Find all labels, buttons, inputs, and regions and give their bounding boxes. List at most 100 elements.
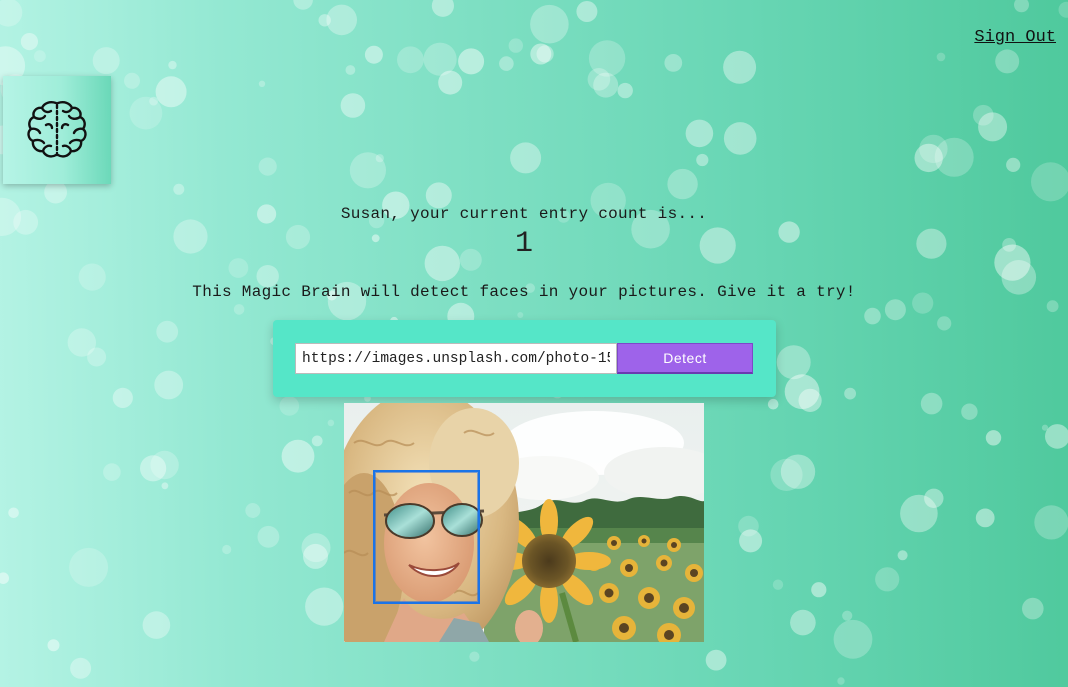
bubble	[576, 1, 598, 22]
bubble	[864, 307, 881, 325]
bubble	[258, 80, 266, 88]
bubble	[517, 312, 524, 318]
bubble	[833, 619, 873, 659]
intro-text: This Magic Brain will detect faces in yo…	[192, 283, 856, 301]
bubble	[837, 677, 845, 685]
bubble	[875, 567, 900, 592]
bubble	[705, 649, 727, 671]
bubble	[739, 529, 763, 553]
bubble	[811, 582, 827, 598]
bubble	[1045, 424, 1068, 449]
brain-icon	[27, 101, 87, 158]
bubble	[798, 388, 822, 412]
bubble	[423, 42, 457, 76]
bubble	[140, 455, 167, 482]
bubble	[233, 304, 245, 315]
bubble	[87, 347, 107, 367]
bubble	[985, 430, 1002, 446]
bubble	[245, 503, 261, 518]
bubble	[154, 370, 184, 400]
detect-button[interactable]: Detect	[617, 343, 753, 374]
bubble	[685, 119, 714, 148]
bubble	[961, 403, 978, 420]
bubble	[588, 40, 626, 77]
bubble	[293, 0, 313, 10]
bubble	[884, 299, 906, 321]
bubble	[431, 0, 454, 17]
bubble	[844, 387, 856, 400]
bubble	[112, 387, 133, 408]
bubble	[168, 60, 177, 70]
bubble	[897, 550, 908, 561]
bubble	[301, 533, 331, 563]
bubble	[536, 45, 554, 63]
image-url-input[interactable]	[295, 343, 617, 374]
bubble	[776, 345, 811, 380]
bubble	[587, 68, 611, 91]
bubble	[349, 152, 386, 189]
bubble	[738, 515, 759, 537]
face-recognition-result	[344, 403, 704, 642]
bubble	[1031, 162, 1068, 202]
bubble	[499, 56, 514, 71]
entry-count-message: Susan, your current entry count is...	[340, 205, 708, 223]
bubble	[364, 45, 383, 64]
bubble	[510, 142, 542, 174]
bubble	[924, 488, 944, 508]
bubble	[156, 320, 179, 343]
bubble	[937, 316, 952, 331]
bubble	[530, 43, 552, 65]
bubble	[458, 48, 485, 75]
bubble	[1022, 597, 1044, 620]
bubble	[469, 651, 480, 662]
top-nav: Sign Out	[974, 28, 1056, 47]
bubble	[934, 137, 974, 177]
bubble	[155, 76, 187, 108]
bubble	[772, 579, 784, 590]
bubble	[617, 82, 633, 99]
bubble	[438, 70, 463, 95]
bubble	[995, 49, 1020, 74]
bubble	[790, 609, 816, 636]
bubble	[34, 50, 46, 63]
bubble	[784, 374, 820, 410]
bubble	[375, 154, 384, 163]
bubble	[345, 65, 356, 75]
bubble	[978, 112, 1008, 142]
bubble	[1058, 1, 1068, 18]
bubble	[92, 47, 120, 75]
bubble	[900, 494, 938, 533]
logo	[3, 76, 111, 184]
bubble	[327, 419, 335, 427]
bubble	[20, 33, 38, 51]
bubble	[222, 544, 232, 555]
bubble	[318, 14, 331, 27]
bubble	[0, 0, 23, 27]
bubble	[842, 610, 853, 621]
bubble	[281, 439, 315, 473]
bubble	[44, 180, 67, 204]
entry-rank: Susan, your current entry count is... 1	[0, 205, 1048, 261]
bubble	[593, 72, 619, 98]
bubble	[770, 458, 803, 491]
bubble	[326, 4, 358, 36]
bubble	[973, 104, 994, 126]
bubble	[1041, 424, 1049, 431]
bubble	[919, 134, 948, 164]
bubble	[0, 572, 9, 584]
bubble	[311, 435, 323, 447]
entry-count-value: 1	[514, 227, 533, 261]
bubble	[723, 50, 757, 84]
bubble	[780, 454, 816, 489]
image-link-form: Detect	[273, 320, 776, 397]
bubble	[149, 96, 159, 106]
bubble	[767, 398, 779, 410]
bubble	[258, 157, 277, 176]
bubble	[103, 463, 121, 481]
bubble	[975, 508, 995, 528]
bubble	[664, 54, 683, 72]
bubble	[305, 587, 344, 626]
sign-out-link[interactable]: Sign Out	[974, 28, 1056, 47]
bubble	[150, 450, 179, 480]
bubble	[303, 543, 328, 569]
